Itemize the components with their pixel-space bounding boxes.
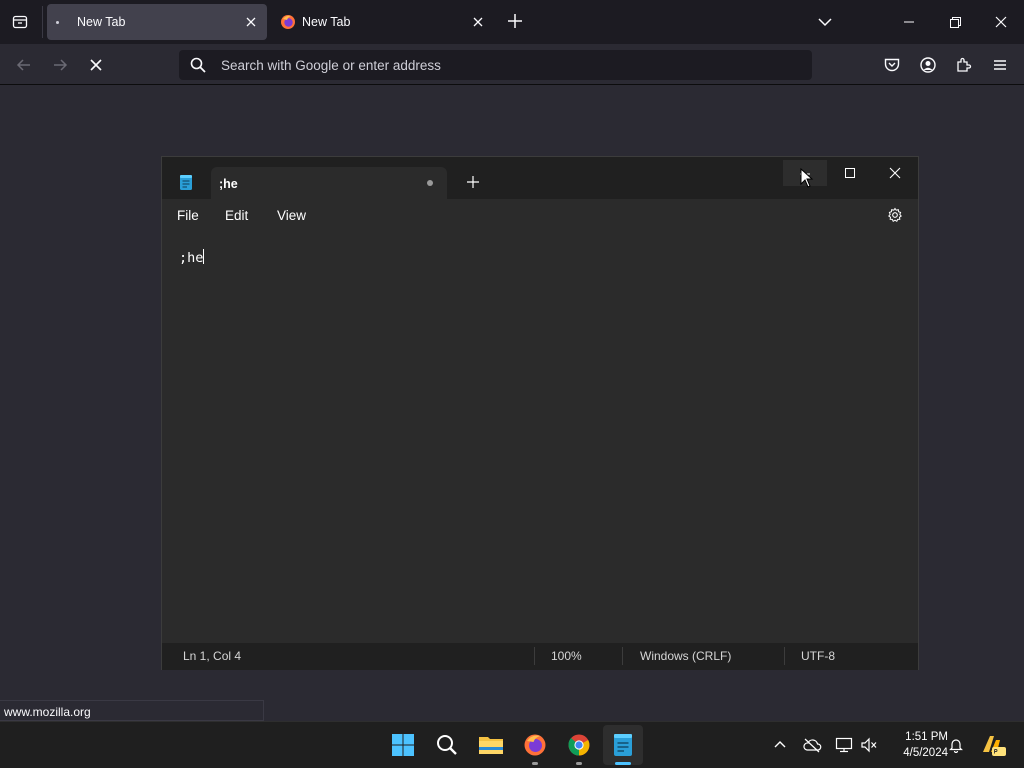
- unsaved-dot-icon: [427, 180, 433, 186]
- menu-view[interactable]: View: [277, 208, 306, 223]
- minimize-icon[interactable]: [899, 12, 919, 32]
- menu-edit[interactable]: Edit: [225, 208, 248, 223]
- stop-loading-icon[interactable]: [85, 54, 107, 76]
- tab-title: New Tab: [77, 15, 126, 29]
- restore-icon[interactable]: [945, 12, 965, 32]
- chevron-up-icon[interactable]: [770, 735, 790, 755]
- notepad-icon[interactable]: [608, 730, 638, 765]
- start-icon[interactable]: [388, 730, 418, 760]
- encoding: UTF-8: [801, 649, 835, 663]
- address-bar[interactable]: [179, 50, 812, 80]
- new-tab-icon[interactable]: [504, 10, 526, 32]
- account-icon[interactable]: [917, 54, 939, 76]
- firefox-icon[interactable]: [520, 730, 550, 765]
- copilot-pre-icon[interactable]: [980, 732, 1006, 758]
- chrome-icon[interactable]: [564, 730, 594, 765]
- navigation-bar: [0, 44, 1024, 85]
- gear-icon[interactable]: [887, 207, 903, 223]
- browser-tab-2[interactable]: New Tab: [272, 4, 494, 40]
- firefox-view-icon[interactable]: [8, 10, 32, 34]
- close-tab-icon[interactable]: [243, 14, 259, 30]
- notepad-statusbar: Ln 1, Col 4 100% Windows (CRLF) UTF-8: [162, 643, 918, 670]
- forward-arrow-icon[interactable]: [49, 54, 71, 76]
- onedrive-offline-icon[interactable]: [802, 735, 822, 755]
- taskbar: 1:51 PM 4/5/2024: [0, 721, 1024, 768]
- back-arrow-icon[interactable]: [13, 54, 35, 76]
- line-ending: Windows (CRLF): [640, 649, 732, 663]
- firefox-icon: [280, 14, 296, 30]
- link-status-panel: www.mozilla.org: [0, 700, 264, 721]
- notification-bell-icon[interactable]: [946, 735, 966, 755]
- notepad-tab-title: ;he: [219, 177, 238, 191]
- notepad-tab[interactable]: ;he: [211, 167, 447, 199]
- search-icon[interactable]: [432, 730, 462, 760]
- menu-hamburger-icon[interactable]: [989, 54, 1011, 76]
- zoom-level: 100%: [551, 649, 582, 663]
- volume-muted-icon[interactable]: [859, 735, 879, 755]
- file-explorer-icon[interactable]: [476, 730, 506, 760]
- notepad-icon: [179, 174, 193, 191]
- notepad-maximize-button[interactable]: [828, 160, 872, 186]
- tab-title: New Tab: [302, 15, 351, 29]
- tab-separator: [42, 6, 43, 38]
- notepad-window: ;he File Edit View ;he Ln 1, Col 4 100% …: [161, 156, 919, 670]
- close-tab-icon[interactable]: [470, 14, 486, 30]
- notepad-close-button[interactable]: [873, 160, 917, 186]
- loading-dot-icon: [56, 20, 59, 24]
- clock-date: 4/5/2024: [903, 747, 948, 759]
- text-caret: [203, 249, 205, 264]
- search-icon: [189, 56, 207, 74]
- notepad-editor[interactable]: ;he: [162, 232, 918, 643]
- chevron-down-icon[interactable]: [815, 12, 835, 32]
- clock-time: 1:51 PM: [905, 731, 948, 743]
- network-icon[interactable]: [834, 735, 854, 755]
- close-window-icon[interactable]: [991, 12, 1011, 32]
- editor-text[interactable]: ;he: [179, 249, 205, 266]
- menu-file[interactable]: File: [177, 208, 199, 223]
- address-input[interactable]: [221, 57, 781, 73]
- active-indicator: [615, 762, 631, 765]
- extensions-icon[interactable]: [953, 54, 975, 76]
- cursor-position: Ln 1, Col 4: [183, 649, 242, 663]
- pocket-icon[interactable]: [881, 54, 903, 76]
- notepad-menubar: File Edit View: [162, 199, 918, 232]
- taskbar-clock[interactable]: 1:51 PM 4/5/2024: [888, 729, 948, 761]
- running-indicator: [576, 762, 582, 765]
- running-indicator: [532, 762, 538, 765]
- mouse-pointer-icon: [800, 167, 814, 188]
- browser-tabstrip: New Tab New Tab: [0, 0, 1024, 44]
- add-tab-icon[interactable]: [466, 175, 480, 189]
- browser-tab-1[interactable]: New Tab: [47, 4, 267, 40]
